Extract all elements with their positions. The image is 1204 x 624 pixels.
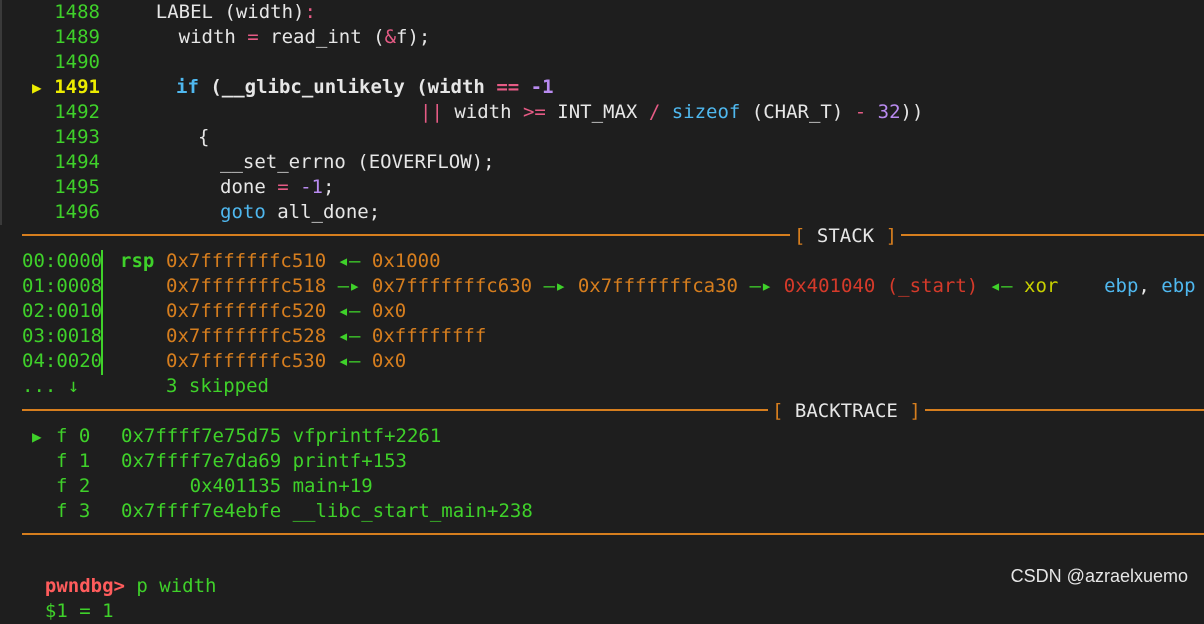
stack-row: 01:0008 0x7fffffffc518 —▸ 0x7fffffffc630…: [0, 274, 1196, 299]
stack-separator: [22, 234, 1204, 236]
backtrace-frame[interactable]: ▶ f 0 0x7ffff7e75d75 vfprintf+2261: [0, 424, 441, 449]
frame-address: 0x401135 main+19: [121, 475, 373, 497]
stack-value: 0x7fffffffc528 ◂— 0xffffffff: [166, 325, 487, 347]
stack-header: [ STACK ]: [790, 224, 902, 249]
code-text: || width >= INT_MAX / sizeof (CHAR_T) - …: [420, 101, 924, 123]
frame-index: f 0: [56, 425, 91, 447]
skipped-prefix: ... ↓: [22, 375, 80, 397]
frame-index: f 1: [56, 450, 91, 472]
console-separator: [22, 533, 1204, 535]
stack-row: 02:0010 0x7fffffffc520 ◂— 0x0: [0, 299, 406, 324]
line-number: 1488: [54, 1, 100, 23]
stack-value: 0x7fffffffc530 ◂— 0x0: [166, 350, 407, 372]
console-output: $1 = 1: [44, 600, 114, 622]
line-number: 1496: [54, 201, 100, 223]
line-number: 1494: [54, 151, 100, 173]
source-line: 1495 done = -1;: [0, 175, 334, 200]
stack-offset: 02:0010: [22, 300, 103, 322]
code-text: goto all_done;: [220, 201, 381, 223]
console-command[interactable]: p width: [125, 575, 216, 597]
stack-row: 03:0018 0x7fffffffc528 ◂— 0xffffffff: [0, 324, 486, 349]
console-output-line: $1 = 1: [22, 574, 114, 622]
frame-index: f 2: [56, 475, 91, 497]
source-line: 1496 goto all_done;: [0, 200, 380, 225]
stack-offset: 04:0020: [22, 350, 103, 372]
code-text: {: [198, 126, 210, 148]
source-line: 1493 {: [0, 125, 209, 150]
source-line: 1488 LABEL (width):: [0, 0, 316, 25]
source-line: 1492 || width >= INT_MAX / sizeof (CHAR_…: [0, 100, 923, 125]
stack-row: 04:0020 0x7fffffffc530 ◂— 0x0: [0, 349, 406, 374]
line-number: 1489: [54, 26, 100, 48]
stack-offset: 00:0000: [22, 250, 103, 272]
stack-register: rsp: [120, 250, 155, 272]
code-text: done = -1;: [220, 176, 335, 198]
line-number: 1491: [54, 76, 100, 98]
stack-value: 0x7fffffffc518 —▸ 0x7fffffffc630 —▸ 0x7f…: [166, 275, 1196, 297]
frame-index: f 3: [56, 500, 91, 522]
backtrace-frame[interactable]: f 1 0x7ffff7e7da69 printf+153: [0, 449, 407, 474]
stack-value: 0x7fffffffc520 ◂— 0x0: [166, 300, 407, 322]
backtrace-header: [ BACKTRACE ]: [768, 399, 925, 424]
frame-address: 0x7ffff7e4ebfe __libc_start_main+238: [121, 500, 533, 522]
skipped-text: 3 skipped: [166, 375, 269, 397]
csdn-watermark: CSDN @azraelxuemo: [1010, 566, 1188, 586]
backtrace-frame[interactable]: f 3 0x7ffff7e4ebfe __libc_start_main+238: [0, 499, 533, 524]
source-line: 1494 __set_errno (EOVERFLOW);: [0, 150, 495, 175]
code-text: LABEL (width):: [110, 1, 316, 23]
code-text: width = read_int (&f);: [110, 26, 431, 48]
source-line: 1490: [0, 50, 100, 75]
code-text: __set_errno (EOVERFLOW);: [220, 151, 495, 173]
stack-row: 00:0000 rsp 0x7fffffffc510 ◂— 0x1000: [0, 249, 441, 274]
stack-offset: 01:0008: [22, 275, 103, 297]
selected-frame-arrow-icon: ▶: [32, 427, 42, 446]
console-input-line[interactable]: pwndbg> p width: [22, 549, 217, 597]
code-text: if (__glibc_unlikely (width == -1: [176, 76, 554, 98]
line-number: 1490: [54, 51, 100, 73]
frame-address: 0x7ffff7e7da69 printf+153: [121, 450, 407, 472]
stack-offset: 03:0018: [22, 325, 103, 347]
backtrace-separator: [22, 409, 1204, 411]
line-number: 1495: [54, 176, 100, 198]
frame-address: 0x7ffff7e75d75 vfprintf+2261: [121, 425, 442, 447]
source-line: 1489 width = read_int (&f);: [0, 25, 430, 50]
line-number: 1493: [54, 126, 100, 148]
stack-value: 0x7fffffffc510 ◂— 0x1000: [166, 250, 441, 272]
line-number: 1492: [54, 101, 100, 123]
backtrace-frame[interactable]: f 2 0x401135 main+19: [0, 474, 373, 499]
stack-skipped: ... ↓ 3 skipped: [0, 374, 269, 399]
source-line-current: ▶ 1491 if (__glibc_unlikely (width == -1: [0, 75, 554, 100]
